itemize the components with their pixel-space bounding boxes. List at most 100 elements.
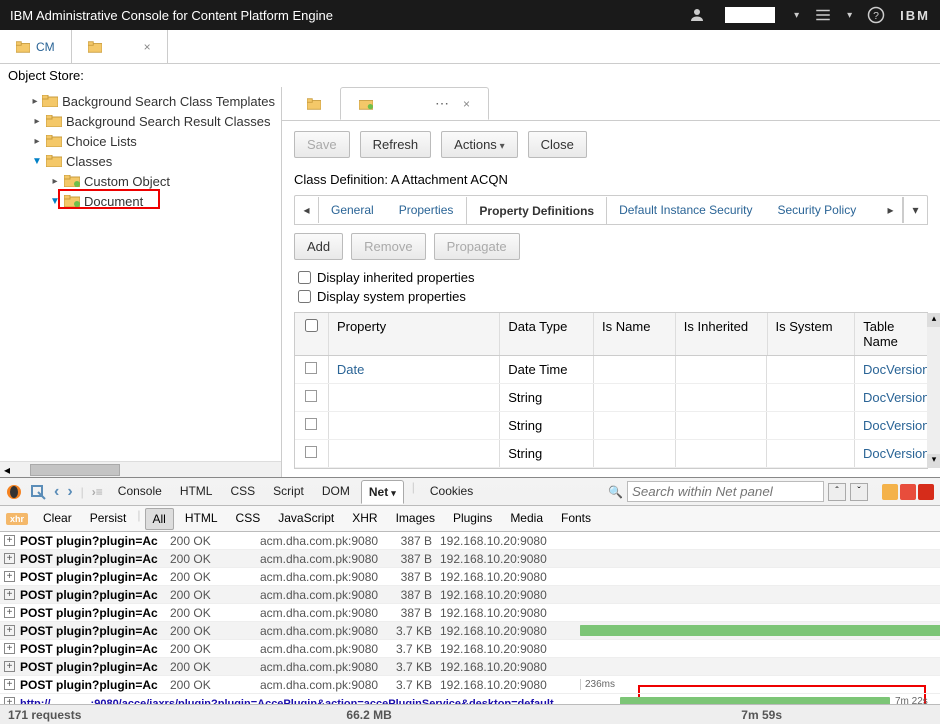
grid-scrollbar[interactable]: ▴▾ [927,313,940,468]
col-issystem[interactable]: Is System [768,313,856,355]
back-icon[interactable]: ‹ [54,483,59,501]
select-all-checkbox[interactable] [305,319,318,332]
add-button[interactable]: Add [294,233,343,260]
inherited-checkbox-row[interactable]: Display inherited properties [282,268,940,287]
net-filter[interactable]: Images [389,508,442,530]
net-request-row[interactable]: +POST plugin?plugin=Ac200 OKacm.dha.com.… [0,586,940,604]
net-filter[interactable]: CSS [229,508,268,530]
caret-icon[interactable]: ▾ [847,10,852,21]
net-request-row[interactable]: +POST plugin?plugin=Ac200 OKacm.dha.com.… [0,550,940,568]
grid-row[interactable]: StringDocVersion [295,384,927,412]
chevron-right-icon[interactable]: ▸ [32,96,38,107]
tab-cm[interactable]: CM [0,30,72,63]
sub-tab[interactable]: Property Definitions [466,197,607,224]
net-request-row-long[interactable]: +http://:9080/acce/jaxrs/plugin?plugin=A… [0,694,940,704]
caret-icon[interactable]: ▾ [794,10,799,21]
refresh-button[interactable]: Refresh [360,131,432,158]
col-datatype[interactable]: Data Type [500,313,594,355]
inspect-icon[interactable] [30,484,46,500]
expand-icon[interactable]: + [4,697,15,704]
inherited-checkbox[interactable] [298,271,311,284]
net-filter[interactable]: JavaScript [271,508,341,530]
cell-tablename[interactable]: DocVersion [855,440,927,467]
tree-item[interactable]: ▼Classes [6,151,275,171]
user-dropdown[interactable] [725,7,775,23]
chevron-down-icon[interactable]: ▼ [32,156,42,167]
col-isname[interactable]: Is Name [594,313,676,355]
grid-row[interactable]: StringDocVersion [295,440,927,468]
net-filter[interactable]: Media [503,508,550,530]
expand-icon[interactable]: + [4,589,15,600]
col-property[interactable]: Property [329,313,500,355]
forward-icon[interactable]: › [67,483,72,501]
tree-item[interactable]: ▸Choice Lists [6,131,275,151]
system-checkbox-row[interactable]: Display system properties [282,287,940,306]
long-request-url[interactable]: http:// [20,698,51,705]
net-filter[interactable]: All [145,508,174,530]
net-filter[interactable]: XHR [345,508,384,530]
save-button[interactable]: Save [294,131,350,158]
net-filter[interactable]: Fonts [554,508,598,530]
row-expand-icon[interactable] [305,390,317,402]
tree-item[interactable]: ▼Document [6,191,275,211]
tree-horizontal-scrollbar[interactable]: ◂ [0,461,281,477]
expand-icon[interactable]: + [4,553,15,564]
search-next[interactable]: ˇ [850,483,868,501]
propagate-button[interactable]: Propagate [434,233,520,260]
col-tablename[interactable]: Table Name [855,313,927,355]
cell-tablename[interactable]: DocVersion [855,412,927,439]
close-icon[interactable]: × [144,40,151,54]
devtools-tab[interactable]: Script [266,480,311,504]
net-filter[interactable]: Plugins [446,508,499,530]
grid-row[interactable]: StringDocVersion [295,412,927,440]
net-request-row[interactable]: +POST plugin?plugin=Ac200 OKacm.dha.com.… [0,622,940,640]
firebug-icon[interactable] [6,484,22,500]
net-filter[interactable]: Clear [36,508,79,530]
devtools-tab[interactable]: Net [361,480,404,504]
devtools-tab[interactable]: Console [111,480,169,504]
row-expand-icon[interactable] [305,446,317,458]
close-icon[interactable]: × [463,97,470,111]
tab-overflow-menu[interactable]: ▾ [903,197,927,223]
devtools-search[interactable]: 🔍 ˆ ˇ [608,481,868,502]
chevron-right-icon[interactable]: ▸ [50,176,60,187]
net-filter[interactable]: HTML [178,508,225,530]
help-icon[interactable]: ? [867,6,885,24]
scroll-tabs-right[interactable]: ▸ [879,197,903,223]
minimize-button[interactable] [882,484,898,500]
chevron-right-icon[interactable]: ▸ [32,136,42,147]
devtools-tab[interactable]: CSS [223,480,262,504]
scroll-tabs-left[interactable]: ◂ [295,197,319,223]
search-prev[interactable]: ˆ [828,483,846,501]
net-filter[interactable]: Persist [83,508,134,530]
sub-tab[interactable]: Default Instance Security [607,196,765,224]
remove-button[interactable]: Remove [351,233,425,260]
net-request-row[interactable]: +POST plugin?plugin=Ac200 OKacm.dha.com.… [0,658,940,676]
user-icon[interactable] [688,6,706,24]
net-request-row[interactable]: +POST plugin?plugin=Ac200 OKacm.dha.com.… [0,568,940,586]
devtools-tab[interactable]: DOM [315,480,357,504]
close-button[interactable]: Close [528,131,587,158]
chevron-right-icon[interactable]: ▸ [32,116,42,127]
row-expand-icon[interactable] [305,418,317,430]
cell-property[interactable]: Date [329,356,500,383]
chevron-down-icon[interactable]: ▼ [50,196,60,207]
row-expand-icon[interactable] [305,362,317,374]
cell-tablename[interactable]: DocVersion [855,384,927,411]
xhr-badge[interactable]: xhr [6,513,28,525]
devtools-tab[interactable]: Cookies [423,480,480,504]
actions-button[interactable]: Actions [441,131,517,158]
close-devtools-button[interactable] [918,484,934,500]
col-isinherited[interactable]: Is Inherited [676,313,768,355]
ellipsis-icon[interactable]: ⋯ [435,95,451,112]
net-request-row[interactable]: +POST plugin?plugin=Ac200 OKacm.dha.com.… [0,640,940,658]
expand-icon[interactable]: + [4,571,15,582]
expand-icon[interactable]: + [4,535,15,546]
inner-tab-active[interactable]: ⋯ × [340,87,489,120]
grid-row[interactable]: DateDate TimeDocVersion [295,356,927,384]
tab-active-object[interactable]: × [72,30,168,63]
tree-item[interactable]: ▸Background Search Class Templates [6,91,275,111]
menu-icon[interactable] [814,6,832,24]
net-request-row[interactable]: +POST plugin?plugin=Ac200 OKacm.dha.com.… [0,604,940,622]
expand-icon[interactable]: + [4,661,15,672]
